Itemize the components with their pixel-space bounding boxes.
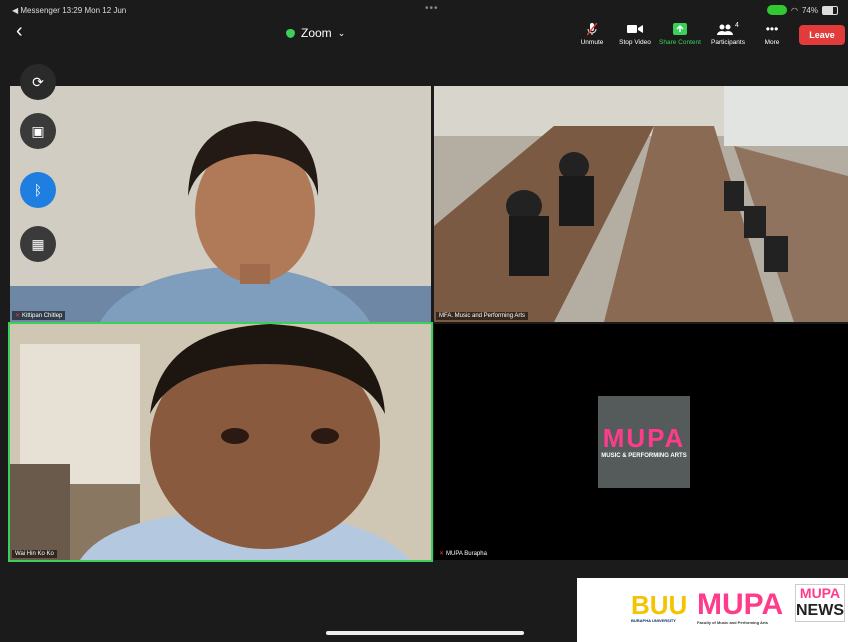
mupa-news-banner: BUU BURAPHA UNIVERSITY MUPA Faculty of M… — [577, 578, 848, 642]
back-chevron-icon[interactable]: ‹ — [16, 20, 23, 43]
video-tile-wai-hin-ko-ko[interactable]: Wai Hin Ko Ko — [8, 322, 433, 562]
battery-icon — [822, 5, 838, 15]
unmute-button[interactable]: Unmute — [570, 22, 614, 46]
camera-switch-icon: ⟳ — [20, 64, 56, 100]
active-speaker-label: Switch to Active Speaker — [19, 264, 57, 277]
share-content-button[interactable]: Share Content — [658, 22, 702, 46]
center-stage-icon: ▣ — [20, 113, 56, 149]
more-button[interactable]: ••• More — [750, 22, 794, 46]
center-stage-button[interactable]: ▣ Turn Off Center Stage — [19, 113, 57, 165]
share-content-label: Share Content — [659, 39, 701, 46]
home-indicator[interactable] — [326, 631, 524, 635]
wifi-icon: ◠ — [791, 5, 798, 15]
video-tile-kittipan[interactable]: ✕ Kittipan Chitlep — [10, 86, 431, 322]
bluetooth-label: Bluetooth — [26, 210, 50, 216]
status-left[interactable]: ◀ Messenger 13:29 Mon 12 Jun — [12, 6, 126, 15]
center-stage-label: Turn Off Center Stage — [19, 151, 57, 164]
participants-label: Participants — [711, 39, 745, 46]
more-icon: ••• — [765, 22, 779, 36]
bluetooth-button[interactable]: ᛒ Bluetooth — [19, 172, 57, 217]
battery-percent: 74% — [801, 5, 818, 15]
more-label: More — [764, 39, 780, 46]
participant-name-tag: ✕ Kittipan Chitlep — [12, 311, 66, 320]
status-date: Mon 12 Jun — [84, 6, 127, 15]
chevron-down-icon: ⌄ — [337, 27, 346, 38]
video-icon — [613, 22, 657, 36]
active-speaker-button[interactable]: ▦ Switch to Active Speaker — [19, 226, 57, 278]
participants-button[interactable]: 4 Participants — [706, 22, 750, 46]
mupa-news-logo: MUPA NEWS — [795, 584, 845, 622]
participants-icon: 4 — [706, 22, 750, 36]
back-to-app[interactable]: ◀ Messenger — [12, 6, 60, 15]
share-icon — [658, 22, 702, 36]
stop-video-button[interactable]: Stop Video — [613, 22, 657, 46]
muted-mic-icon: ✕ — [15, 313, 21, 319]
camera-active-indicator — [767, 5, 787, 15]
active-speaker-icon: ▦ — [20, 226, 56, 262]
meeting-topbar: ‹ Zoom ⌄ Unmute Stop Video Share Content… — [0, 20, 848, 50]
video-tile-mfa[interactable]: MFA. Music and Performing Arts — [434, 86, 848, 322]
bluetooth-icon: ᛒ — [20, 172, 56, 208]
meeting-title-text: Zoom — [301, 26, 332, 40]
stop-video-label: Stop Video — [619, 39, 651, 46]
participant-name-tag: Wai Hin Ko Ko — [12, 550, 57, 558]
buu-logo: BUU BURAPHA UNIVERSITY — [631, 590, 688, 623]
security-shield-icon — [286, 28, 295, 38]
participant-name-tag: MFA. Music and Performing Arts — [436, 312, 529, 320]
multitask-dots-icon[interactable]: ••• — [425, 3, 439, 14]
participant-name-tag: ✕ MUPA Burapha — [439, 551, 487, 557]
mupa-logo-sub: MUSIC & PERFORMING ARTS — [601, 452, 687, 459]
status-time: 13:29 — [62, 6, 83, 15]
participant-video-feed — [10, 86, 431, 322]
muted-mic-icon: ✕ — [439, 551, 445, 557]
mupa-logo-text: MUPA — [602, 422, 686, 453]
switch-camera-label: Switch Camera — [19, 102, 57, 108]
participant-video-feed — [10, 324, 431, 560]
switch-camera-button[interactable]: ⟳ Switch Camera — [19, 64, 57, 109]
participant-video-feed — [434, 86, 848, 322]
status-right: ◠ 74% — [767, 5, 838, 15]
status-bar: ◀ Messenger 13:29 Mon 12 Jun ••• ◠ 74% — [0, 0, 848, 20]
mupa-avatar-logo: MUPA MUSIC & PERFORMING ARTS — [598, 396, 690, 488]
unmute-label: Unmute — [580, 39, 604, 46]
leave-button[interactable]: Leave — [799, 25, 845, 45]
participants-count: 4 — [735, 22, 739, 29]
mic-off-icon — [570, 22, 614, 36]
mupa-logo: MUPA Faculty of Music and Performing Art… — [697, 588, 784, 626]
meeting-title[interactable]: Zoom ⌄ — [286, 26, 345, 40]
